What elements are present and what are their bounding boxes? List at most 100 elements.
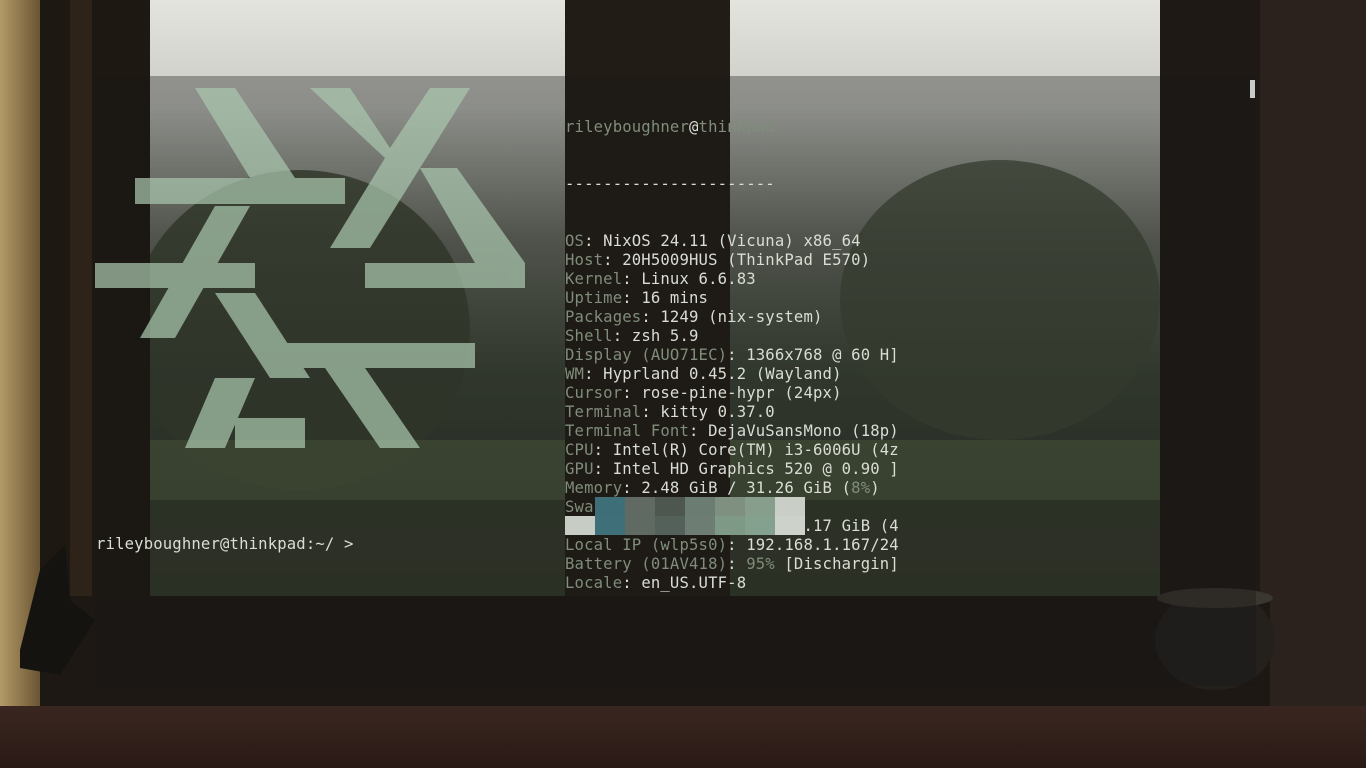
info-sep: : [622,384,642,402]
info-row: Shell: zsh 5.9 [565,327,899,346]
info-rows: OS: NixOS 24.11 (Vicuna) x86_64 Host: 20H… [565,232,899,593]
info-value: 1249 (nix-system) [660,308,823,326]
info-key: Terminal Font [565,422,689,440]
info-row: Memory: 2.48 GiB / 31.26 GiB (8%) [565,479,899,498]
palette-swatch [565,497,595,516]
info-sep: : [727,536,747,554]
info-sep: : [622,289,642,307]
info-key: Packages [565,308,642,326]
info-tail: [Dischargin] [774,555,899,573]
terminal-window[interactable]: rileyboughner@thinkpad -----------------… [95,76,1256,686]
info-sep: : [584,232,604,250]
info-sep: : [689,422,709,440]
palette-swatch [625,516,655,535]
logo-segment [275,343,475,368]
info-row: Terminal Font: DejaVuSansMono (18p) [565,422,899,441]
at-sign: @ [689,118,699,136]
palette-swatch [775,516,805,535]
info-row: Cursor: rose-pine-hypr (24px) [565,384,899,403]
info-key: Memory [565,479,623,497]
info-value: Intel(R) Core(TM) i3-6006U (4z [612,441,899,459]
info-value: zsh 5.9 [631,327,699,345]
info-value: 1366x768 @ 60 H] [746,346,899,364]
info-row: Uptime: 16 mins [565,289,899,308]
separator-line: ---------------------- [565,175,775,193]
info-row: Kernel: Linux 6.6.83 [565,270,899,289]
info-key: GPU [565,460,594,478]
palette-swatch [715,497,745,516]
info-sep: : [593,460,613,478]
info-row: Battery (01AV418): 95% [Dischargin] [565,555,899,574]
info-key: OS [565,232,585,250]
palette-swatch [595,497,625,516]
info-key: Host [565,251,604,269]
scrollbar[interactable] [1250,80,1255,98]
info-sep: : [727,555,747,573]
info-value: en_US.UTF-8 [641,574,747,592]
info-percent: 8% [851,479,871,497]
info-row: Packages: 1249 (nix-system) [565,308,899,327]
info-key: Shell [565,327,613,345]
info-key: Battery (01AV418) [565,555,728,573]
info-row: Display (AUO71EC): 1366x768 @ 60 H] [565,346,899,365]
palette-swatch [685,497,715,516]
info-key: Uptime [565,289,623,307]
info-sep: : [641,403,661,421]
info-key: Display (AUO71EC) [565,346,728,364]
info-sep: : [622,574,642,592]
info-value: kitty 0.37.0 [660,403,775,421]
info-row: OS: NixOS 24.11 (Vicuna) x86_64 [565,232,899,251]
palette-swatch [595,516,625,535]
username: rileyboughner [565,118,689,136]
palette-swatch [745,516,775,535]
info-value: 20H5009HUS (ThinkPad E570) [622,251,871,269]
info-key: Terminal [565,403,642,421]
logo-segment [325,368,420,448]
info-row: CPU: Intel(R) Core(TM) i3-6006U (4z [565,441,899,460]
info-value: DejaVuSansMono (18p) [708,422,899,440]
palette-swatch [655,516,685,535]
palette-swatch [715,516,745,535]
info-row: Host: 20H5009HUS (ThinkPad E570) [565,251,899,270]
info-value: Hyprland 0.45.2 (Wayland) [603,365,842,383]
info-value: 16 mins [641,289,709,307]
info-sep: : [727,346,747,364]
info-row: Local IP (wlp5s0): 192.168.1.167/24 [565,536,899,555]
info-key: Cursor [565,384,623,402]
nixos-logo [95,88,525,448]
info-sep: : [612,327,632,345]
info-tail: ) [870,479,880,497]
palette-swatch [775,497,805,516]
logo-segment [135,88,345,204]
palette-swatch [565,516,595,535]
info-key: CPU [565,441,594,459]
palette-swatch [685,516,715,535]
info-row: GPU: Intel HD Graphics 520 @ 0.90 ] [565,460,899,479]
user-host-line: rileyboughner@thinkpad [565,118,899,137]
info-row: Terminal: kitty 0.37.0 [565,403,899,422]
info-sep: : [603,251,623,269]
palette-swatch [625,497,655,516]
info-value: Intel HD Graphics 520 @ 0.90 ] [612,460,899,478]
desktop: rileyboughner@thinkpad -----------------… [0,0,1366,768]
info-key: Locale [565,574,623,592]
info-sep: : [593,441,613,459]
info-row: Locale: en_US.UTF-8 [565,574,899,593]
info-sep: : [622,270,642,288]
logo-segment [235,418,305,448]
palette-swatch [655,497,685,516]
info-sep: : [641,308,661,326]
fastfetch-output: rileyboughner@thinkpad -----------------… [565,80,899,631]
info-sep: : [584,365,604,383]
color-palette-bottom [565,516,805,535]
hostname: thinkpad [698,118,775,136]
info-key: Kernel [565,270,623,288]
info-key: WM [565,365,585,383]
info-key: Local IP (wlp5s0) [565,536,728,554]
palette-swatch [745,497,775,516]
shell-prompt[interactable]: rileyboughner@thinkpad:~/ > [96,535,354,554]
info-value: Linux 6.6.83 [641,270,756,288]
info-value: 192.168.1.167/24 [746,536,899,554]
info-sep: : [622,479,642,497]
info-value: 2.48 GiB / 31.26 GiB ( [641,479,852,497]
